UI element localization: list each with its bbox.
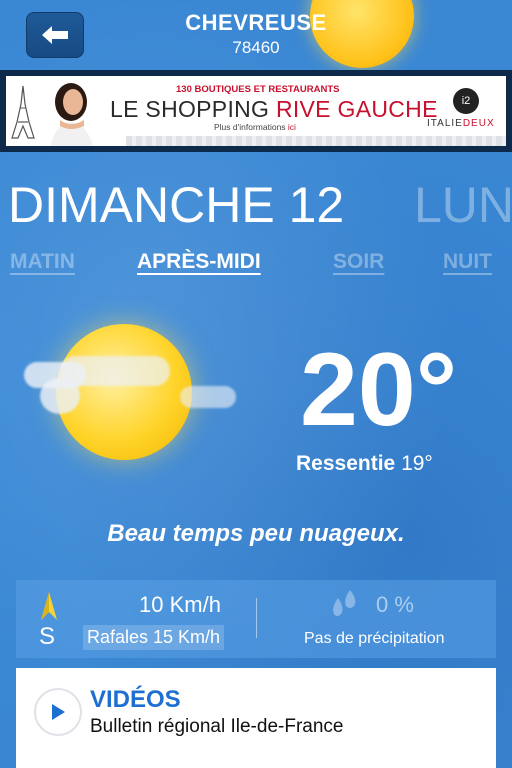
ad-banner[interactable]: 130 BOUTIQUES ET RESTAURANTS LE SHOPPING… — [0, 70, 512, 152]
ad-brand-prefix: ITALIE — [427, 118, 463, 129]
ad-headline: LE SHOPPING RIVE GAUCHE — [110, 96, 438, 123]
ad-info: Plus d'informations ici — [214, 122, 296, 132]
feels-like-label: Ressentie — [296, 452, 396, 475]
video-subtitle: Bulletin régional Ile-de-France — [90, 716, 344, 737]
weather-stats-panel: S 10 Km/h Rafales 15 Km/h 0 % Pas de pré… — [16, 580, 496, 658]
wind-speed: 10 Km/h — [139, 592, 221, 617]
tab-soir[interactable]: SOIR — [333, 250, 384, 274]
ad-tagline: 130 BOUTIQUES ET RESTAURANTS — [176, 84, 340, 95]
wind-gusts: Rafales 15 Km/h — [83, 625, 225, 650]
cloud-shape — [180, 386, 236, 408]
weather-description: Beau temps peu nuageux. — [107, 520, 405, 547]
ad-headline-accent: RIVE GAUCHE — [275, 96, 438, 122]
eiffel-tower-icon — [11, 85, 35, 139]
city-name: CHEVREUSE — [185, 10, 327, 35]
ad-brand: ITALIEDEUX — [427, 118, 495, 129]
tab-nuit[interactable]: NUIT — [443, 250, 492, 274]
ad-skyline — [126, 136, 506, 146]
period-tabs: MATIN APRÈS-MIDI SOIR NUIT — [0, 250, 512, 280]
play-icon — [52, 704, 65, 720]
day-current[interactable]: DIMANCHE 12 — [8, 176, 344, 234]
tab-matin[interactable]: MATIN — [10, 250, 75, 274]
ad-brand-accent: DEUX — [462, 118, 495, 129]
precipitation-label: Pas de précipitation — [304, 630, 445, 647]
ad-headline-prefix: LE SHOPPING — [110, 96, 276, 122]
feels-like-value: 19° — [401, 452, 433, 475]
rain-drops-icon — [333, 590, 356, 616]
cloud-shape — [60, 356, 170, 386]
day-next[interactable]: LUN — [414, 176, 512, 234]
ad-info-link[interactable]: ici — [288, 122, 296, 132]
ad-info-text: Plus d'informations — [214, 122, 288, 132]
wind-direction-icon — [41, 592, 57, 620]
temperature: 20° — [300, 332, 458, 448]
play-button[interactable] — [34, 688, 82, 736]
ad-logo: i2 — [453, 88, 479, 114]
wind-direction: S — [39, 623, 56, 650]
video-title: VIDÉOS — [90, 686, 181, 713]
video-card[interactable]: VIDÉOS Bulletin régional Ile-de-France — [16, 668, 496, 768]
tab-apres-midi[interactable]: APRÈS-MIDI — [137, 250, 261, 274]
header: CHEVREUSE 78460 — [0, 0, 512, 70]
precipitation-value: 0 % — [376, 592, 414, 617]
feels-like: Ressentie 19° — [296, 452, 433, 476]
ad-content[interactable]: 130 BOUTIQUES ET RESTAURANTS LE SHOPPING… — [6, 76, 506, 146]
postal-code: 78460 — [232, 38, 280, 57]
model-photo — [50, 83, 93, 146]
divider — [256, 598, 257, 638]
